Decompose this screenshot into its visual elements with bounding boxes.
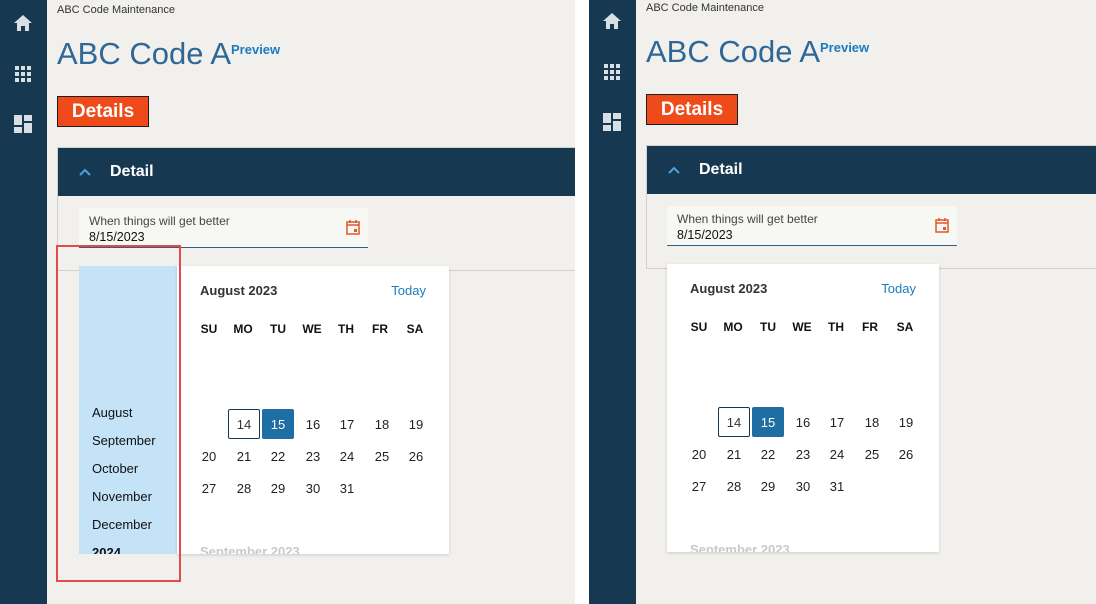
- calendar-month-title[interactable]: August 2023: [690, 281, 767, 296]
- calendar-day[interactable]: 31: [821, 471, 853, 501]
- home-icon[interactable]: [601, 10, 623, 32]
- calendar-day[interactable]: 28: [228, 473, 260, 503]
- screenshot-root: ABC Code Maintenance ABC Code A Preview …: [0, 0, 1096, 604]
- calendar-day[interactable]: 29: [752, 471, 784, 501]
- highlight-annotation-box: [56, 245, 181, 582]
- calendar-popup: August 2023 Today SU MO TU WE TH FR SA 1…: [177, 266, 449, 554]
- weekday-header: SU: [690, 320, 708, 334]
- calendar-day[interactable]: 29: [262, 473, 294, 503]
- calendar-icon[interactable]: [935, 217, 949, 233]
- right-panel: ABC Code Maintenance ABC Code A Preview …: [589, 0, 1096, 604]
- detail-section-header[interactable]: Detail: [647, 146, 1096, 194]
- grid-apps-icon[interactable]: [601, 61, 623, 83]
- calendar-day[interactable]: 18: [856, 407, 888, 437]
- calendar-day[interactable]: 31: [331, 473, 363, 503]
- calendar-day[interactable]: 24: [821, 439, 853, 469]
- section-title: Detail: [110, 163, 154, 180]
- date-field-label: When things will get better: [89, 214, 230, 228]
- breadcrumb[interactable]: ABC Code Maintenance: [57, 4, 175, 16]
- calendar-day[interactable]: 18: [366, 409, 398, 439]
- calendar-day[interactable]: 30: [297, 473, 329, 503]
- dashboard-icon[interactable]: [12, 113, 34, 135]
- preview-link[interactable]: Preview: [820, 40, 869, 55]
- weekday-header: SU: [200, 322, 218, 336]
- page-title: ABC Code A: [57, 36, 232, 71]
- calendar-day-selected[interactable]: 15: [262, 409, 294, 439]
- home-icon[interactable]: [12, 12, 34, 34]
- calendar-day[interactable]: 21: [718, 439, 750, 469]
- nav-rail: [589, 0, 636, 604]
- weekday-header: TU: [760, 320, 776, 334]
- calendar-day[interactable]: 26: [400, 441, 432, 471]
- calendar-day[interactable]: 25: [856, 439, 888, 469]
- calendar-day[interactable]: 22: [262, 441, 294, 471]
- today-button[interactable]: Today: [391, 283, 426, 298]
- calendar-day[interactable]: 28: [718, 471, 750, 501]
- preview-link[interactable]: Preview: [231, 42, 280, 57]
- weekday-header: MO: [723, 320, 743, 334]
- chevron-up-icon[interactable]: [78, 165, 92, 179]
- date-field[interactable]: When things will get better 8/15/2023: [667, 206, 957, 246]
- calendar-day-today[interactable]: 14: [228, 409, 260, 439]
- calendar-icon[interactable]: [346, 219, 360, 235]
- dashboard-icon[interactable]: [601, 111, 623, 133]
- calendar-day[interactable]: 17: [821, 407, 853, 437]
- chevron-up-icon[interactable]: [667, 163, 681, 177]
- page-title: ABC Code A: [646, 34, 821, 69]
- calendar-day[interactable]: 23: [787, 439, 819, 469]
- calendar-day[interactable]: 24: [331, 441, 363, 471]
- detail-section-header[interactable]: Detail: [58, 148, 575, 196]
- weekday-header: SA: [406, 322, 424, 336]
- date-field-label: When things will get better: [677, 212, 818, 226]
- calendar-day[interactable]: 16: [787, 407, 819, 437]
- calendar-day[interactable]: 25: [366, 441, 398, 471]
- weekday-header: TH: [828, 320, 844, 334]
- next-month-title: September 2023: [690, 542, 790, 552]
- weekday-header: MO: [233, 322, 253, 336]
- today-button[interactable]: Today: [881, 281, 916, 296]
- calendar-month-title[interactable]: August 2023: [200, 283, 277, 298]
- calendar-day[interactable]: 30: [787, 471, 819, 501]
- calendar-day[interactable]: 16: [297, 409, 329, 439]
- calendar-day[interactable]: 26: [890, 439, 922, 469]
- weekday-header: FR: [862, 320, 878, 334]
- left-panel: ABC Code Maintenance ABC Code A Preview …: [0, 0, 575, 604]
- calendar-day[interactable]: 22: [752, 439, 784, 469]
- date-field[interactable]: When things will get better 8/15/2023: [79, 208, 368, 248]
- calendar-popup: August 2023 Today SU MO TU WE TH FR SA 1…: [667, 264, 939, 552]
- weekday-header: WE: [792, 320, 812, 334]
- grid-apps-icon[interactable]: [12, 63, 34, 85]
- date-field-value[interactable]: 8/15/2023: [677, 228, 733, 242]
- weekday-header: TH: [338, 322, 354, 336]
- details-tag: Details: [57, 96, 149, 127]
- calendar-day[interactable]: 23: [297, 441, 329, 471]
- calendar-day[interactable]: 17: [331, 409, 363, 439]
- calendar-day-selected[interactable]: 15: [752, 407, 784, 437]
- calendar-day[interactable]: 27: [683, 471, 715, 501]
- weekday-header: SA: [896, 320, 914, 334]
- calendar-day[interactable]: 20: [193, 441, 225, 471]
- calendar-day[interactable]: 20: [683, 439, 715, 469]
- calendar-day[interactable]: 19: [400, 409, 432, 439]
- weekday-header: WE: [302, 322, 322, 336]
- section-title: Detail: [699, 161, 743, 178]
- weekday-header: FR: [372, 322, 388, 336]
- date-field-value[interactable]: 8/15/2023: [89, 230, 145, 244]
- details-tag: Details: [646, 94, 738, 125]
- breadcrumb[interactable]: ABC Code Maintenance: [646, 2, 764, 14]
- weekday-header: TU: [270, 322, 286, 336]
- calendar-day[interactable]: 19: [890, 407, 922, 437]
- calendar-day[interactable]: 21: [228, 441, 260, 471]
- nav-rail: [0, 0, 47, 604]
- next-month-title: September 2023: [200, 544, 300, 554]
- calendar-day-today[interactable]: 14: [718, 407, 750, 437]
- calendar-day[interactable]: 27: [193, 473, 225, 503]
